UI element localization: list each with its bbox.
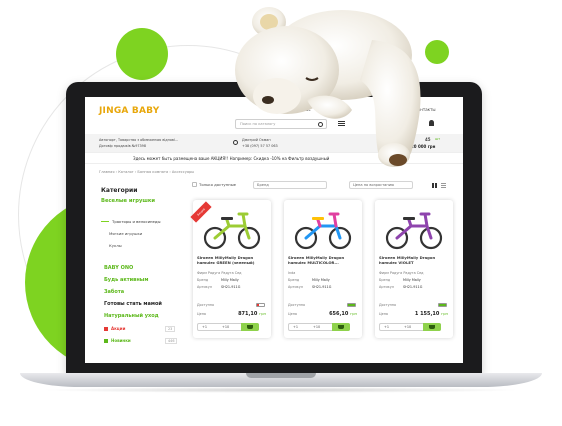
sidebar-new[interactable]: Новинки — [111, 338, 131, 343]
green-circle-top — [116, 28, 168, 80]
stock-fill — [439, 304, 446, 306]
brand-label: Бренд — [197, 278, 209, 282]
product-card-violet[interactable]: Siroeen MillyMally Dragon hamulec VIOLET… — [375, 200, 453, 338]
sidebar-new-count: 446 — [165, 338, 178, 344]
cart-icon — [338, 325, 344, 329]
price-currency: грн — [350, 311, 357, 316]
teddy-bear-illustration — [235, 7, 421, 167]
promo-stage: JINGA BABY Главная О нас Спо... Контакты… — [0, 0, 562, 426]
add-to-cart-button[interactable] — [423, 323, 441, 331]
price-label: Цена — [288, 312, 298, 316]
breadcrumb[interactable]: Главная › Каталог › Банная комната › Акс… — [99, 170, 194, 174]
sidebar-group-active[interactable]: Будь активным — [104, 277, 148, 283]
price-value: 656,10 — [329, 311, 349, 317]
price-currency: грн — [441, 311, 448, 316]
stock-fill — [348, 304, 355, 306]
product-price: 1 155,10 грн — [415, 311, 448, 317]
price-value: 1 155,10 — [414, 311, 440, 317]
product-card-green[interactable]: Акция Siroeen MillyMally Dragon hamulec … — [190, 200, 271, 338]
sidebar-item-soft-toys[interactable]: Мягкие игрушки — [109, 231, 142, 236]
sidebar-subcat[interactable]: Тракторы и велосипеды — [112, 219, 161, 224]
qty-plus-one[interactable]: +1 — [293, 325, 298, 329]
qty-plus-ten[interactable]: +10 — [404, 325, 411, 329]
stock-indicator — [347, 303, 356, 307]
sidebar-group-natural[interactable]: Натуральный уход — [104, 313, 159, 319]
sidebar-group-baby-ono[interactable]: BABY ONO — [104, 265, 133, 271]
qty-plus-ten[interactable]: +10 — [222, 325, 229, 329]
product-name[interactable]: Siroeen MillyMally Dragon hamulec GREEN … — [197, 255, 269, 265]
article-label: Артикул — [197, 285, 212, 289]
balance-bike-green-image — [203, 212, 261, 250]
only-available-checkbox[interactable] — [192, 182, 197, 187]
brand-value: Milly Mally — [312, 278, 330, 282]
add-to-cart-button[interactable] — [241, 323, 259, 331]
price-label: Цена — [379, 312, 389, 316]
sidebar-group-mom[interactable]: Готовы стать мамой — [104, 301, 162, 307]
stock-indicator — [438, 303, 447, 307]
product-seller: Фирм Радуга Радуга Сед — [379, 271, 424, 275]
product-seller: Inda — [288, 271, 296, 275]
qty-plus-ten[interactable]: +10 — [313, 325, 320, 329]
product-price: 871,10 грн — [238, 311, 266, 317]
add-to-cart-button[interactable] — [332, 323, 350, 331]
sidebar-item-dolls[interactable]: Куклы — [109, 243, 122, 248]
laptop-shadow — [40, 387, 522, 393]
sidebar-divider — [101, 221, 109, 222]
cart-icon — [247, 325, 253, 329]
price-currency: грн — [259, 311, 266, 316]
article-label: Артикул — [288, 285, 303, 289]
sidebar-item-highlight[interactable]: Веселые игрушки — [101, 198, 155, 204]
product-card-multicolor[interactable]: Siroeen MillyMally Dragon hamulec MULTIC… — [284, 200, 362, 338]
stock-fill — [257, 304, 260, 306]
availability-label: Доступно — [379, 303, 397, 307]
sidebar-group-care[interactable]: Забота — [104, 289, 124, 295]
laptop-notch — [246, 373, 316, 378]
brand-label: Бренд — [288, 278, 300, 282]
price-label: Цена — [197, 312, 207, 316]
stock-indicator — [256, 303, 265, 307]
address-line-2: Договір продажів №97398 — [99, 144, 147, 148]
qty-plus-one[interactable]: +1 — [202, 325, 207, 329]
article-value: SH21-911G — [403, 285, 423, 289]
article-value: SH21-911G — [312, 285, 332, 289]
sidebar-sale[interactable]: Акции — [111, 326, 125, 331]
product-name[interactable]: Siroeen MillyMally Dragon hamulec MULTIC… — [288, 255, 360, 265]
article-value: SH21-911G — [221, 285, 241, 289]
new-marker-icon — [104, 339, 108, 343]
balance-bike-multicolor-image — [294, 212, 352, 250]
cart-icon — [429, 325, 435, 329]
brand-label: Бренд — [379, 278, 391, 282]
availability-label: Доступно — [288, 303, 306, 307]
sale-marker-icon — [104, 327, 108, 331]
price-value: 871,10 — [238, 311, 258, 317]
sidebar-title: Категории — [101, 187, 138, 194]
balance-bike-violet-image — [385, 212, 443, 250]
brand-value: Milly Mally — [403, 278, 421, 282]
site-logo[interactable]: JINGA BABY — [99, 106, 159, 116]
brand-value: Milly Mally — [221, 278, 239, 282]
qty-plus-one[interactable]: +1 — [384, 325, 389, 329]
product-seller: Фирм Радуга Радуга Сед — [197, 271, 242, 275]
product-price: 656,10 грн — [329, 311, 357, 317]
product-name[interactable]: Siroeen MillyMally Dragon hamulec VIOLET — [379, 255, 451, 265]
address-line-1: Автопорт, Товарство з обмеженою відпові.… — [99, 138, 179, 142]
sidebar-sale-count: 23 — [165, 326, 176, 332]
article-label: Артикул — [379, 285, 394, 289]
availability-label: Доступно — [197, 303, 215, 307]
